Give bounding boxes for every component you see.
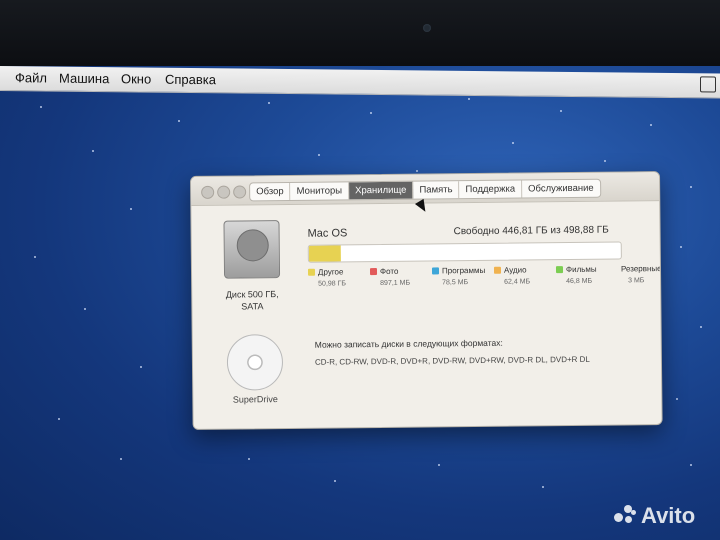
legend-color-swatch <box>555 266 564 274</box>
avito-text: Avito <box>641 503 696 528</box>
legend-row: Резервные копии <box>617 264 663 274</box>
storage-legend: Другое 50,98 ГБ Фото 897,1 МБ Программы 78,5 … <box>307 264 663 288</box>
storage-usage-bar <box>307 241 622 263</box>
legend-item: Фильмы 46,8 МБ <box>555 264 610 286</box>
about-this-mac-window: Обзор Мониторы Хранилище Память Поддержк… <box>190 171 663 430</box>
tab-bar: Обзор Мониторы Хранилище Память Поддержк… <box>249 178 601 202</box>
legend-size: 50,98 ГБ <box>318 280 347 288</box>
legend-name: Фото <box>379 266 399 277</box>
superdrive-label: SuperDrive <box>232 394 278 405</box>
legend-size: 46,8 МБ <box>566 277 593 286</box>
avito-watermark: Avito <box>614 503 695 529</box>
legend-name: Программы <box>441 265 486 276</box>
disk-free-space: Свободно 446,81 ГБ из 498,88 ГБ <box>453 224 609 238</box>
legend-row: Фото <box>369 266 424 277</box>
legend-row: Аудио <box>493 265 548 275</box>
legend-color-swatch <box>431 267 440 275</box>
legend-size: 3 МБ <box>628 277 645 285</box>
tab-storage[interactable]: Хранилище <box>349 181 414 200</box>
tab-overview[interactable]: Обзор <box>250 182 291 201</box>
legend-name: Резервные копии <box>620 264 663 274</box>
tab-service[interactable]: Обслуживание <box>522 180 600 198</box>
legend-row: Программы <box>431 265 486 276</box>
minimize-button[interactable] <box>217 185 231 199</box>
formats-title: Можно записать диски в следующих формата… <box>314 337 503 350</box>
usage-segment <box>308 245 341 262</box>
legend-size: 78,5 МБ <box>442 279 469 287</box>
legend-item: Фото 897,1 МБ <box>369 266 424 288</box>
legend-color-swatch <box>369 268 378 276</box>
screen-bezel <box>0 0 720 66</box>
legend-name: Аудио <box>503 265 527 275</box>
close-button[interactable] <box>201 185 215 199</box>
menu-file[interactable]: Файл <box>15 70 47 85</box>
tab-memory[interactable]: Память <box>413 181 460 199</box>
formats-list: CD-R, CD-RW, DVD-R, DVD+R, DVD-RW, DVD+R… <box>314 354 590 367</box>
disk-name: Mac OS <box>307 227 348 240</box>
legend-item: Программы 78,5 МБ <box>431 265 486 287</box>
menu-machine[interactable]: Машина <box>59 71 109 87</box>
camera-icon <box>423 24 431 32</box>
hard-drive-label: Диск 500 ГБ, SATA <box>225 289 279 312</box>
legend-row: Фильмы <box>555 264 610 275</box>
menu-extra-icon[interactable] <box>700 76 716 93</box>
menu-window[interactable]: Окно <box>121 71 151 86</box>
usage-segments <box>308 242 621 262</box>
legend-name: Другое <box>317 267 344 277</box>
legend-name: Фильмы <box>565 264 597 275</box>
legend-row: Другое <box>307 267 362 277</box>
avito-logo-icon <box>614 505 636 527</box>
legend-item: Аудио 62,4 МБ <box>493 265 548 286</box>
hard-drive-icon <box>223 220 281 279</box>
tab-support[interactable]: Поддержка <box>459 180 523 199</box>
tab-displays[interactable]: Мониторы <box>290 182 350 200</box>
legend-color-swatch <box>307 268 316 276</box>
superdrive-icon <box>226 334 284 391</box>
zoom-button[interactable] <box>233 185 247 199</box>
legend-item: Резервные копии 3 МБ <box>617 264 663 285</box>
menu-help[interactable]: Справка <box>165 72 216 88</box>
legend-size: 62,4 МБ <box>504 278 531 286</box>
legend-size: 897,1 МБ <box>380 279 411 288</box>
legend-color-swatch <box>493 266 502 274</box>
legend-item: Другое 50,98 ГБ <box>307 267 362 288</box>
